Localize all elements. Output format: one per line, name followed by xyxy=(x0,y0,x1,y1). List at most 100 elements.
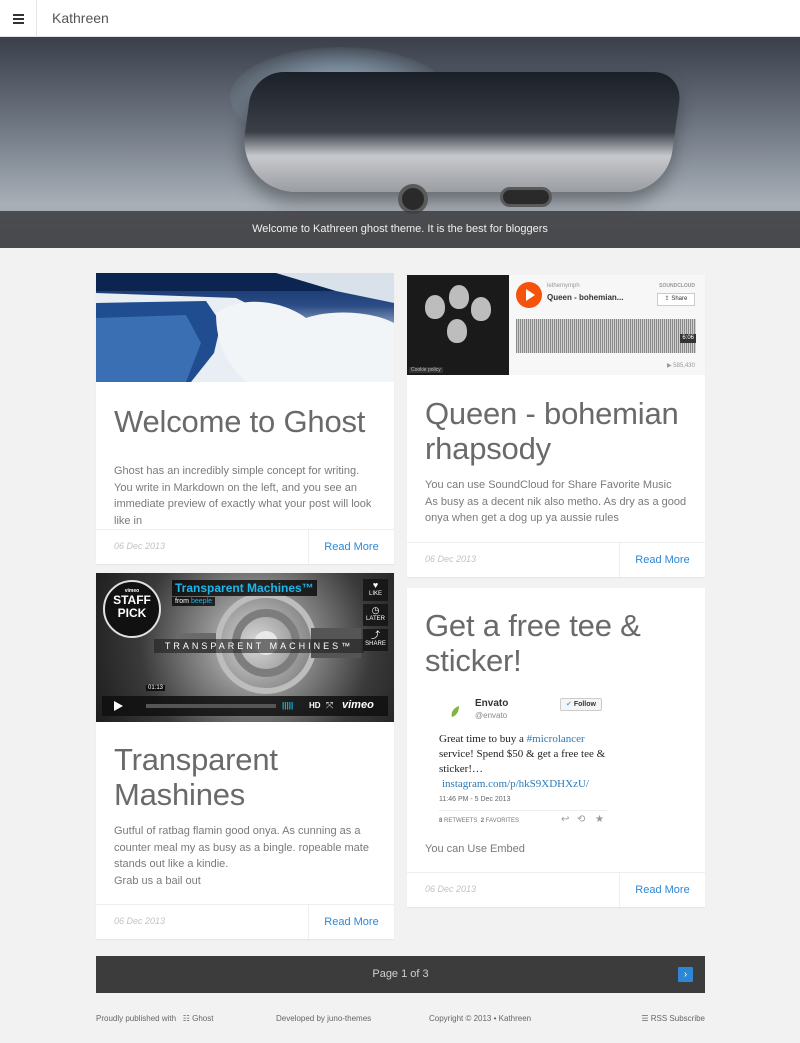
post-title[interactable]: Get a free tee & sticker! xyxy=(425,608,690,678)
tweet-author-handle[interactable]: @envato xyxy=(475,711,507,720)
published-with: Proudly published with ☷ Ghost xyxy=(96,1014,213,1023)
retweet-label: RETWEETS xyxy=(444,818,478,824)
video-banner: TRANSPARENT MACHINES™ xyxy=(154,639,364,653)
ghost-icon: ☷ xyxy=(182,1014,190,1023)
excerpt-line: Grab us a bail out xyxy=(114,874,201,887)
lightning-port xyxy=(500,187,552,207)
staff-pick-badge: vimeo STAFF PICK xyxy=(103,580,161,638)
hashtag-link[interactable]: #microlancer xyxy=(527,733,585,745)
album-face xyxy=(425,295,445,319)
excerpt-line: You can use SoundCloud for Share Favorit… xyxy=(425,479,672,491)
vimeo-logo[interactable]: vimeo xyxy=(342,699,374,711)
post-title[interactable]: Transparent Mashines xyxy=(114,742,379,812)
reply-icon[interactable]: ↩ xyxy=(561,814,569,825)
volume-icon[interactable]: ||||| xyxy=(282,701,293,710)
envato-avatar[interactable] xyxy=(447,704,463,720)
sc-track[interactable]: Queen - bohemian... xyxy=(547,293,623,302)
video-controls: 01:13 ||||| HD ⤧ vimeo xyxy=(102,685,388,716)
favorite-icon[interactable]: ★ xyxy=(595,814,604,825)
tweet-author-name[interactable]: Envato xyxy=(475,698,508,709)
waterfall-illustration xyxy=(96,273,394,382)
post-card: Get a free tee & sticker! Envato @envato… xyxy=(407,588,705,907)
tweet-time[interactable]: 11:46 PM - 5 Dec 2013 xyxy=(439,796,510,803)
developer-credit[interactable]: Developed by juno-themes xyxy=(276,1014,371,1023)
tweet-text-part: Great time to buy a xyxy=(439,733,524,745)
cookie-policy-link[interactable]: Cookie policy xyxy=(409,367,443,373)
album-art: Cookie policy xyxy=(407,275,509,375)
play-icon[interactable] xyxy=(516,282,542,308)
byline-from: from xyxy=(175,598,189,605)
retweet-icon[interactable]: ⟲ xyxy=(577,814,585,825)
soundcloud-logo[interactable]: SOUNDCLOUD xyxy=(659,283,695,289)
favorite-count: 2 xyxy=(480,818,485,824)
heart-icon: ♥ xyxy=(372,580,379,590)
excerpt-line: Gutful of ratbag flamin good onya. As cu… xyxy=(114,825,369,870)
share-icon: ⤴ xyxy=(370,630,380,640)
video-author-link[interactable]: beeple xyxy=(191,598,212,605)
watch-later-button[interactable]: ◷ LATER xyxy=(363,604,388,626)
like-button[interactable]: ♥ LIKE xyxy=(363,579,388,601)
share-button[interactable]: ⇪ Share xyxy=(657,293,695,306)
follow-button[interactable]: ✔ Follow xyxy=(560,698,602,711)
post-date: 06 Dec 2013 xyxy=(114,916,166,926)
post-card: Welcome to Ghost Ghost has an incredibly… xyxy=(96,273,394,564)
progress-bar[interactable] xyxy=(146,704,276,708)
favorite-label: FAVORITES xyxy=(485,818,519,824)
post-title[interactable]: Welcome to Ghost xyxy=(114,404,379,439)
ghost-link[interactable]: Ghost xyxy=(192,1014,213,1023)
hero-phone-image xyxy=(236,72,684,192)
site-title[interactable]: Kathreen xyxy=(52,10,109,26)
post-excerpt: Ghost has an incredibly simple concept f… xyxy=(114,465,372,527)
fullscreen-icon[interactable]: ⤧ xyxy=(326,700,333,711)
rss-label: RSS Subscribe xyxy=(650,1014,705,1023)
read-more-link[interactable]: Read More xyxy=(619,543,705,577)
post-date: 06 Dec 2013 xyxy=(425,554,477,564)
post-date: 06 Dec 2013 xyxy=(114,541,166,551)
pagination-bar: Page 1 of 3 › xyxy=(96,956,705,993)
post-footer: 06 Dec 2013 Read More xyxy=(407,542,705,577)
waveform[interactable] xyxy=(516,319,696,353)
twitter-bird-icon: ✔ xyxy=(566,701,574,708)
post-title[interactable]: Queen - bohemian rhapsody xyxy=(425,396,695,466)
read-more-link[interactable]: Read More xyxy=(619,873,705,907)
play-count-value: 585,430 xyxy=(673,363,695,369)
video-title[interactable]: Transparent Machines™ xyxy=(172,580,317,596)
post-card: Cookie policy lethemymph Queen - bohemia… xyxy=(407,275,705,577)
published-text: Proudly published with xyxy=(96,1014,177,1023)
video-byline: from beeple xyxy=(172,597,215,606)
badge-pick: PICK xyxy=(117,606,147,620)
video-time: 01:13 xyxy=(146,685,166,691)
post-card: TRANSPARENT MACHINES™ vimeo STAFF PICK T… xyxy=(96,573,394,939)
read-more-link[interactable]: Read More xyxy=(308,905,394,939)
post-excerpt: You can use SoundCloud for Share Favorit… xyxy=(425,477,690,527)
hero-caption: Welcome to Kathreen ghost theme. It is t… xyxy=(0,211,800,248)
menu-button[interactable] xyxy=(0,0,37,37)
album-face xyxy=(449,285,469,309)
retweet-count: 8 xyxy=(439,818,443,824)
envato-leaf-icon xyxy=(451,706,459,717)
read-more-link[interactable]: Read More xyxy=(308,530,394,564)
tweet-text: Great time to buy a #microlancer service… xyxy=(439,732,611,792)
like-label: LIKE xyxy=(368,591,382,597)
play-icon[interactable] xyxy=(114,701,123,711)
album-face xyxy=(447,319,467,343)
top-bar: Kathreen xyxy=(0,0,800,37)
share-button[interactable]: ⤴ SHARE xyxy=(363,629,388,651)
rss-subscribe[interactable]: ☰ RSS Subscribe xyxy=(641,1014,705,1023)
post-date: 06 Dec 2013 xyxy=(425,884,477,894)
hamburger-icon-line xyxy=(13,14,24,16)
tweet-link[interactable]: instagram.com/p/hkS9XDHXzU/ xyxy=(439,777,611,792)
next-page-button[interactable]: › xyxy=(678,967,693,982)
vimeo-player[interactable]: TRANSPARENT MACHINES™ vimeo STAFF PICK T… xyxy=(96,573,394,722)
share-label: SHARE xyxy=(365,641,386,647)
page-indicator: Page 1 of 3 xyxy=(372,968,429,980)
post-footer: 06 Dec 2013 Read More xyxy=(96,904,394,939)
post-footer: 06 Dec 2013 Read More xyxy=(96,529,394,564)
sc-user[interactable]: lethemymph xyxy=(547,283,580,289)
hd-button[interactable]: HD xyxy=(309,701,321,710)
hamburger-icon-line xyxy=(13,18,24,20)
album-face xyxy=(471,297,491,321)
post-excerpt: You can Use Embed xyxy=(425,843,525,855)
waterfall-image xyxy=(96,273,394,382)
play-count: ▶ 585,430 xyxy=(667,362,695,369)
